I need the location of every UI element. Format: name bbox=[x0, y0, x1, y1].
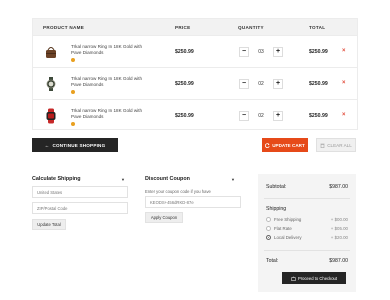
increase-button[interactable]: + bbox=[273, 111, 283, 121]
apply-coupon-button[interactable]: Apply Coupon bbox=[145, 212, 183, 223]
refresh-icon bbox=[265, 142, 270, 148]
row-total: $250.99 bbox=[309, 49, 328, 55]
radio-button[interactable] bbox=[266, 235, 271, 240]
shipping-option-price: + $05.00 bbox=[330, 226, 348, 231]
checkout-button[interactable]: Proceed to Checkout bbox=[282, 272, 346, 284]
decrease-button[interactable]: − bbox=[239, 47, 249, 57]
quantity-value[interactable]: 02 bbox=[258, 81, 264, 87]
header-quantity: QUANTITY bbox=[238, 24, 264, 30]
product-price: $250.99 bbox=[175, 81, 194, 87]
handbag-icon bbox=[46, 47, 56, 58]
product-price: $250.99 bbox=[175, 113, 194, 119]
order-summary: Subtotal: $987.00 Shipping Free Shipping… bbox=[258, 174, 356, 292]
product-price: $250.99 bbox=[175, 49, 194, 55]
increase-button[interactable]: + bbox=[273, 47, 283, 57]
quantity-stepper: − 02 + bbox=[239, 77, 283, 91]
shipping-option-label: Free Shipping bbox=[274, 217, 302, 222]
shipping-label: Shipping bbox=[266, 206, 287, 212]
color-swatch bbox=[71, 90, 75, 94]
coupon-input[interactable]: KEODS+456dRKD-87e bbox=[145, 196, 241, 208]
smartwatch-icon bbox=[46, 108, 56, 124]
decrease-button[interactable]: − bbox=[239, 79, 249, 89]
arrow-left-icon: ← bbox=[44, 142, 50, 148]
table-row: Trkal narrow Ring In 18K Gold with Pave … bbox=[33, 35, 357, 67]
remove-icon[interactable]: × bbox=[342, 80, 346, 86]
subtotal-label: Subtotal: bbox=[266, 184, 287, 190]
calculate-shipping-title: Calculate Shipping bbox=[32, 176, 81, 182]
product-name[interactable]: Trkal narrow Ring In 18K Gold with Pave … bbox=[71, 76, 143, 88]
caret-down-icon: ▼ bbox=[121, 177, 125, 182]
shipping-option-label: Local Delivery bbox=[274, 235, 302, 240]
update-cart-label: UPDATE CART bbox=[272, 142, 305, 148]
quantity-stepper: − 03 + bbox=[239, 45, 283, 59]
row-total: $250.99 bbox=[309, 81, 328, 87]
quantity-stepper: − 02 + bbox=[239, 109, 283, 123]
header-product: PRODUCT NAME bbox=[43, 24, 85, 30]
shipping-option-price: + $20.00 bbox=[330, 235, 348, 240]
caret-down-icon: ▼ bbox=[231, 177, 235, 182]
discount-coupon-title: Discount Coupon bbox=[145, 176, 190, 182]
checkout-label: Proceed to Checkout bbox=[297, 275, 338, 281]
coupon-hint: Enter your coupon code if you have bbox=[145, 189, 211, 194]
radio-button[interactable] bbox=[266, 217, 271, 222]
quantity-value[interactable]: 02 bbox=[258, 113, 264, 119]
total-label: Total: bbox=[266, 258, 279, 264]
divider bbox=[264, 250, 350, 251]
continue-shopping-label: CONTINUE SHOPPING bbox=[52, 142, 106, 148]
product-name[interactable]: Trkal narrow Ring In 18K Gold with Pave … bbox=[71, 44, 143, 56]
row-total: $250.99 bbox=[309, 113, 328, 119]
header-price: PRICE bbox=[175, 24, 191, 30]
quantity-value[interactable]: 03 bbox=[258, 49, 264, 55]
table-row: Trkal narrow Ring In 18K Gold with Pave … bbox=[33, 67, 357, 99]
remove-icon[interactable]: × bbox=[342, 48, 346, 54]
shipping-option-label: Flat Rate bbox=[274, 226, 292, 231]
cart-table: PRODUCT NAME PRICE QUANTITY TOTAL Trkal … bbox=[32, 18, 358, 130]
increase-button[interactable]: + bbox=[273, 79, 283, 89]
update-total-button[interactable]: Update Total bbox=[32, 219, 66, 230]
remove-icon[interactable]: × bbox=[342, 112, 346, 118]
product-name[interactable]: Trkal narrow Ring In 18K Gold with Pave … bbox=[71, 108, 143, 120]
cart-header: PRODUCT NAME PRICE QUANTITY TOTAL bbox=[33, 19, 357, 35]
shipping-option-flat[interactable]: Flat Rate bbox=[266, 226, 292, 231]
bag-icon bbox=[291, 276, 296, 281]
header-total: TOTAL bbox=[309, 24, 326, 30]
color-swatch bbox=[71, 122, 75, 126]
subtotal-value: $987.00 bbox=[329, 184, 348, 190]
shipping-option-local[interactable]: Local Delivery bbox=[266, 235, 302, 240]
total-value: $987.00 bbox=[329, 258, 348, 264]
color-swatch bbox=[71, 58, 75, 62]
wristwatch-icon bbox=[46, 77, 56, 91]
shipping-option-price: + $00.00 bbox=[330, 217, 348, 222]
divider bbox=[264, 198, 350, 199]
country-select[interactable]: United States bbox=[32, 186, 128, 198]
clear-all-button[interactable]: CLEAR ALL bbox=[316, 138, 356, 152]
decrease-button[interactable]: − bbox=[239, 111, 249, 121]
trash-icon bbox=[320, 143, 325, 148]
table-row: Trkal narrow Ring In 18K Gold with Pave … bbox=[33, 99, 357, 131]
radio-button[interactable] bbox=[266, 226, 271, 231]
continue-shopping-button[interactable]: ← CONTINUE SHOPPING bbox=[32, 138, 118, 152]
shipping-option-free[interactable]: Free Shipping bbox=[266, 217, 301, 222]
update-cart-button[interactable]: UPDATE CART bbox=[262, 138, 308, 152]
clear-all-label: CLEAR ALL bbox=[327, 142, 352, 148]
zip-field[interactable]: ZIP/Postal Code bbox=[32, 202, 128, 214]
